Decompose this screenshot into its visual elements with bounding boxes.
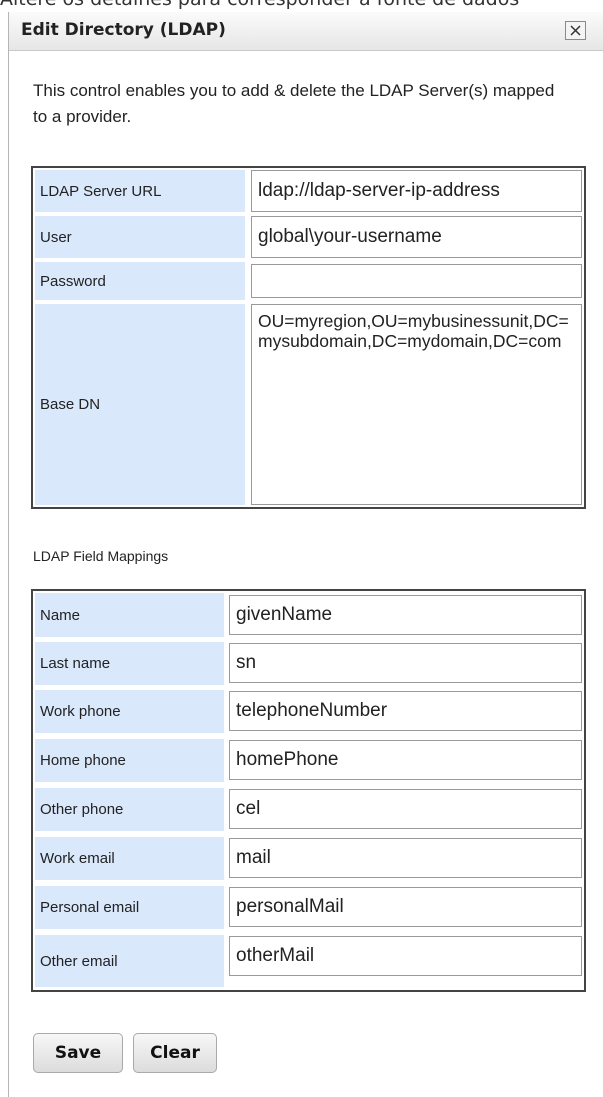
- user-input[interactable]: global\your-username: [251, 216, 582, 258]
- base-dn-textarea[interactable]: OU=myregion,OU=mybusinessunit,DC=mysubdo…: [251, 304, 582, 505]
- dialog-titlebar: Edit Directory (LDAP): [9, 12, 603, 51]
- base-dn-label: Base DN: [35, 304, 245, 505]
- mapping-label-name: Name: [35, 593, 224, 637]
- ldap-server-table: LDAP Server URL ldap://ldap-server-ip-ad…: [31, 166, 586, 509]
- mapping-label-work-email: Work email: [35, 837, 224, 880]
- mapping-label-other-phone: Other phone: [35, 788, 224, 831]
- intro-text: This control enables you to add & delete…: [33, 81, 555, 126]
- close-icon: [570, 25, 581, 36]
- mapping-label-personal-email: Personal email: [35, 886, 224, 929]
- mapping-label-other-email: Other email: [35, 935, 224, 987]
- user-label: User: [35, 216, 245, 258]
- dialog-title: Edit Directory (LDAP): [21, 20, 226, 40]
- mapping-input-name[interactable]: givenName: [229, 595, 582, 635]
- ldap-server-url-input[interactable]: ldap://ldap-server-ip-address: [251, 170, 582, 212]
- mapping-input-last-name[interactable]: sn: [229, 643, 582, 683]
- close-button[interactable]: [565, 21, 586, 40]
- field-mappings-table: Name givenName Last name sn Work phone t…: [31, 589, 586, 992]
- edit-directory-dialog: Edit Directory (LDAP) This control enabl…: [8, 12, 603, 1097]
- mapping-label-work-phone: Work phone: [35, 690, 224, 733]
- mapping-input-home-phone[interactable]: homePhone: [229, 740, 582, 780]
- mapping-input-other-phone[interactable]: cel: [229, 789, 582, 829]
- save-button[interactable]: Save: [33, 1033, 123, 1073]
- ldap-server-url-label: LDAP Server URL: [35, 170, 245, 212]
- mapping-input-work-email[interactable]: mail: [229, 838, 582, 878]
- mapping-input-work-phone[interactable]: telephoneNumber: [229, 691, 582, 731]
- background-page-text: Altere os detalhes para corresponder à f…: [0, 0, 603, 9]
- password-label: Password: [35, 262, 245, 300]
- mapping-input-other-email[interactable]: otherMail: [229, 936, 582, 976]
- mapping-input-personal-email[interactable]: personalMail: [229, 887, 582, 927]
- field-mappings-heading: LDAP Field Mappings: [33, 548, 169, 564]
- clear-button[interactable]: Clear: [133, 1033, 217, 1073]
- mapping-label-home-phone: Home phone: [35, 739, 224, 782]
- password-input[interactable]: [251, 264, 582, 298]
- mapping-label-last-name: Last name: [35, 642, 224, 685]
